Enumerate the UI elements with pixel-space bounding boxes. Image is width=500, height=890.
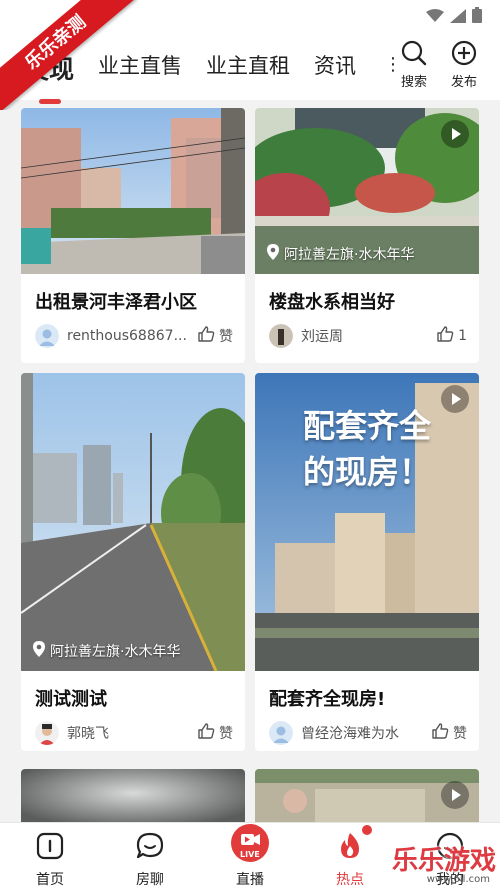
home-icon [35,832,65,865]
status-bar [0,0,500,32]
video-play-icon[interactable] [441,120,469,148]
flame-icon [335,833,365,865]
post-meta: 曾经沧海难为水 赞 [255,711,479,745]
nav-live-label: 直播 [236,872,264,888]
tab-discover[interactable]: 发现 [24,50,74,104]
post-card[interactable]: 配套齐全 的现房！ 配套齐全现房! 曾经沧海难为水 赞 [255,373,479,751]
like-count: 1 [458,328,467,344]
wifi-icon [426,8,444,27]
thumbs-up-icon [431,722,449,744]
avatar[interactable] [269,721,293,745]
post-card[interactable] [255,769,479,822]
avatar[interactable] [35,721,59,745]
post-author[interactable]: 刘运周 [301,326,430,346]
thumbs-up-icon [197,722,215,744]
chat-bubble-icon [135,832,165,865]
location-tag: 阿拉善左旗·水木年华 [33,641,180,661]
search-icon [401,40,427,70]
nav-chat[interactable]: 房聊 [120,831,180,889]
signal-icon [450,8,466,27]
post-card[interactable]: 阿拉善左旗·水木年华 楼盘水系相当好 刘运周 1 [255,108,479,363]
post-meta: 刘运周 1 [255,314,479,348]
post-cover-image [21,108,245,274]
post-cover-image [21,769,245,822]
publish-label: 发布 [450,75,477,90]
discover-feed[interactable]: 出租景河丰泽君小区 renthous68867... 赞 阿拉善左旗·水木年华 … [0,100,500,822]
post-title: 测试测试 [35,689,107,710]
nav-live[interactable]: LIVE 直播 [220,823,280,889]
video-play-icon[interactable] [441,781,469,809]
like-label: 赞 [219,329,233,345]
publish-button[interactable]: 发布 [444,40,484,90]
avatar[interactable] [35,324,59,348]
like-label: 赞 [453,726,467,742]
notification-dot [362,825,372,835]
post-title: 楼盘水系相当好 [269,292,395,313]
post-author[interactable]: 郭晓飞 [67,723,191,743]
nav-hot[interactable]: 热点 [320,825,380,889]
post-cover-image: 阿拉善左旗·水木年华 [255,108,479,274]
like-label: 赞 [219,726,233,742]
tab-owner-rent[interactable]: 业主直租 [206,50,290,86]
profile-icon [435,832,465,865]
cover-overlay-line-2: 的现房！ [302,453,431,491]
tab-owner-sale[interactable]: 业主直售 [98,50,182,86]
search-button[interactable]: 搜索 [394,40,434,90]
thumbs-up-icon [197,325,215,347]
plus-circle-icon [451,40,477,70]
post-author[interactable]: 曾经沧海难为水 [301,723,425,743]
post-card[interactable]: 出租景河丰泽君小区 renthous68867... 赞 [21,108,245,363]
live-badge-text: LIVE [240,850,260,859]
bottom-navigation: 首页 房聊 LIVE 直播 热点 我的 [0,822,500,890]
nav-mine-label: 我的 [436,872,464,888]
like-button[interactable]: 1 [436,325,467,347]
location-text: 阿拉善左旗·水木年华 [50,644,181,660]
post-card[interactable] [21,769,245,822]
battery-icon [472,7,482,27]
category-tabs: 发现 业主直售 业主直租 资讯 [24,50,380,104]
location-pin-icon [267,244,279,264]
tab-news[interactable]: 资讯 [314,50,356,86]
cover-overlay-line-1: 配套齐全 [302,407,431,445]
top-header: 发现 业主直售 业主直租 资讯 ⋮ 搜索 发布 [0,32,500,104]
nav-home[interactable]: 首页 [20,831,80,889]
location-pin-icon [33,641,45,661]
nav-hot-label: 热点 [336,872,364,888]
like-button[interactable]: 赞 [197,722,233,744]
post-card[interactable]: 阿拉善左旗·水木年华 测试测试 郭晓飞 赞 [21,373,245,751]
location-text: 阿拉善左旗·水木年华 [284,247,415,263]
location-tag: 阿拉善左旗·水木年华 [267,244,414,264]
nav-chat-label: 房聊 [136,872,164,888]
nav-home-label: 首页 [36,872,64,888]
like-button[interactable]: 赞 [197,325,233,347]
post-cover-image: 配套齐全 的现房！ [255,373,479,671]
post-author[interactable]: renthous68867... [67,328,191,344]
post-cover-image: 阿拉善左旗·水木年华 [21,373,245,671]
post-meta: 郭晓飞 赞 [21,711,245,745]
post-cover-image [255,769,479,822]
search-label: 搜索 [400,75,427,90]
nav-mine[interactable]: 我的 [420,831,480,889]
post-title: 配套齐全现房! [269,689,386,710]
post-title: 出租景河丰泽君小区 [35,292,197,313]
post-meta: renthous68867... 赞 [21,314,245,348]
cover-overlay-text: 配套齐全 的现房！ [255,403,479,495]
like-button[interactable]: 赞 [431,722,467,744]
avatar[interactable] [269,324,293,348]
thumbs-up-icon [436,325,454,347]
